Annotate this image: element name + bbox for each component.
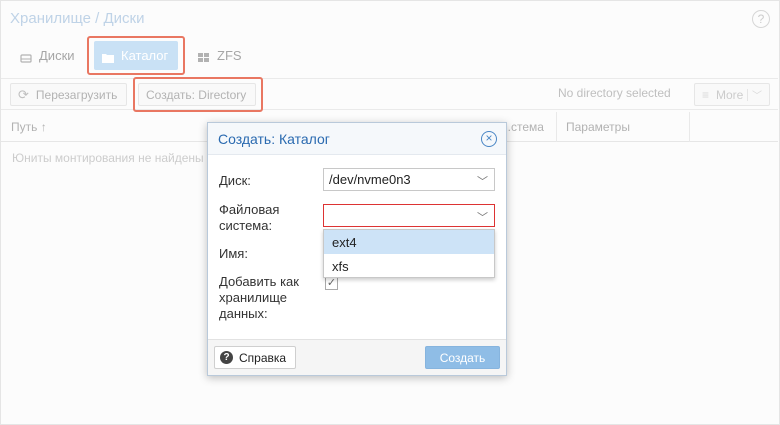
- dropdown-option[interactable]: xfs: [324, 254, 494, 278]
- chevron-down-icon: ﹀: [477, 176, 488, 188]
- filesystem-select[interactable]: ﹀: [323, 204, 495, 227]
- dialog-title: Создать: Каталог: [218, 131, 330, 147]
- help-button[interactable]: ? Справка: [214, 346, 296, 369]
- add-storage-label: Добавить как хранилище данных:: [219, 274, 299, 321]
- disk-select[interactable]: /dev/nvme0n3 ﹀: [323, 168, 495, 191]
- filesystem-label: Файловая система:: [219, 202, 280, 233]
- dropdown-option[interactable]: ext4: [324, 230, 494, 254]
- add-storage-checkbox[interactable]: ✓: [325, 277, 338, 290]
- question-icon: ?: [220, 351, 233, 364]
- chevron-down-icon: ﹀: [477, 212, 488, 224]
- name-label: Имя:: [219, 246, 248, 261]
- create-button[interactable]: Создать: [425, 346, 500, 369]
- disk-label: Диск:: [219, 173, 251, 188]
- close-icon[interactable]: ×: [481, 131, 497, 147]
- filesystem-dropdown: ext4 xfs: [323, 229, 495, 278]
